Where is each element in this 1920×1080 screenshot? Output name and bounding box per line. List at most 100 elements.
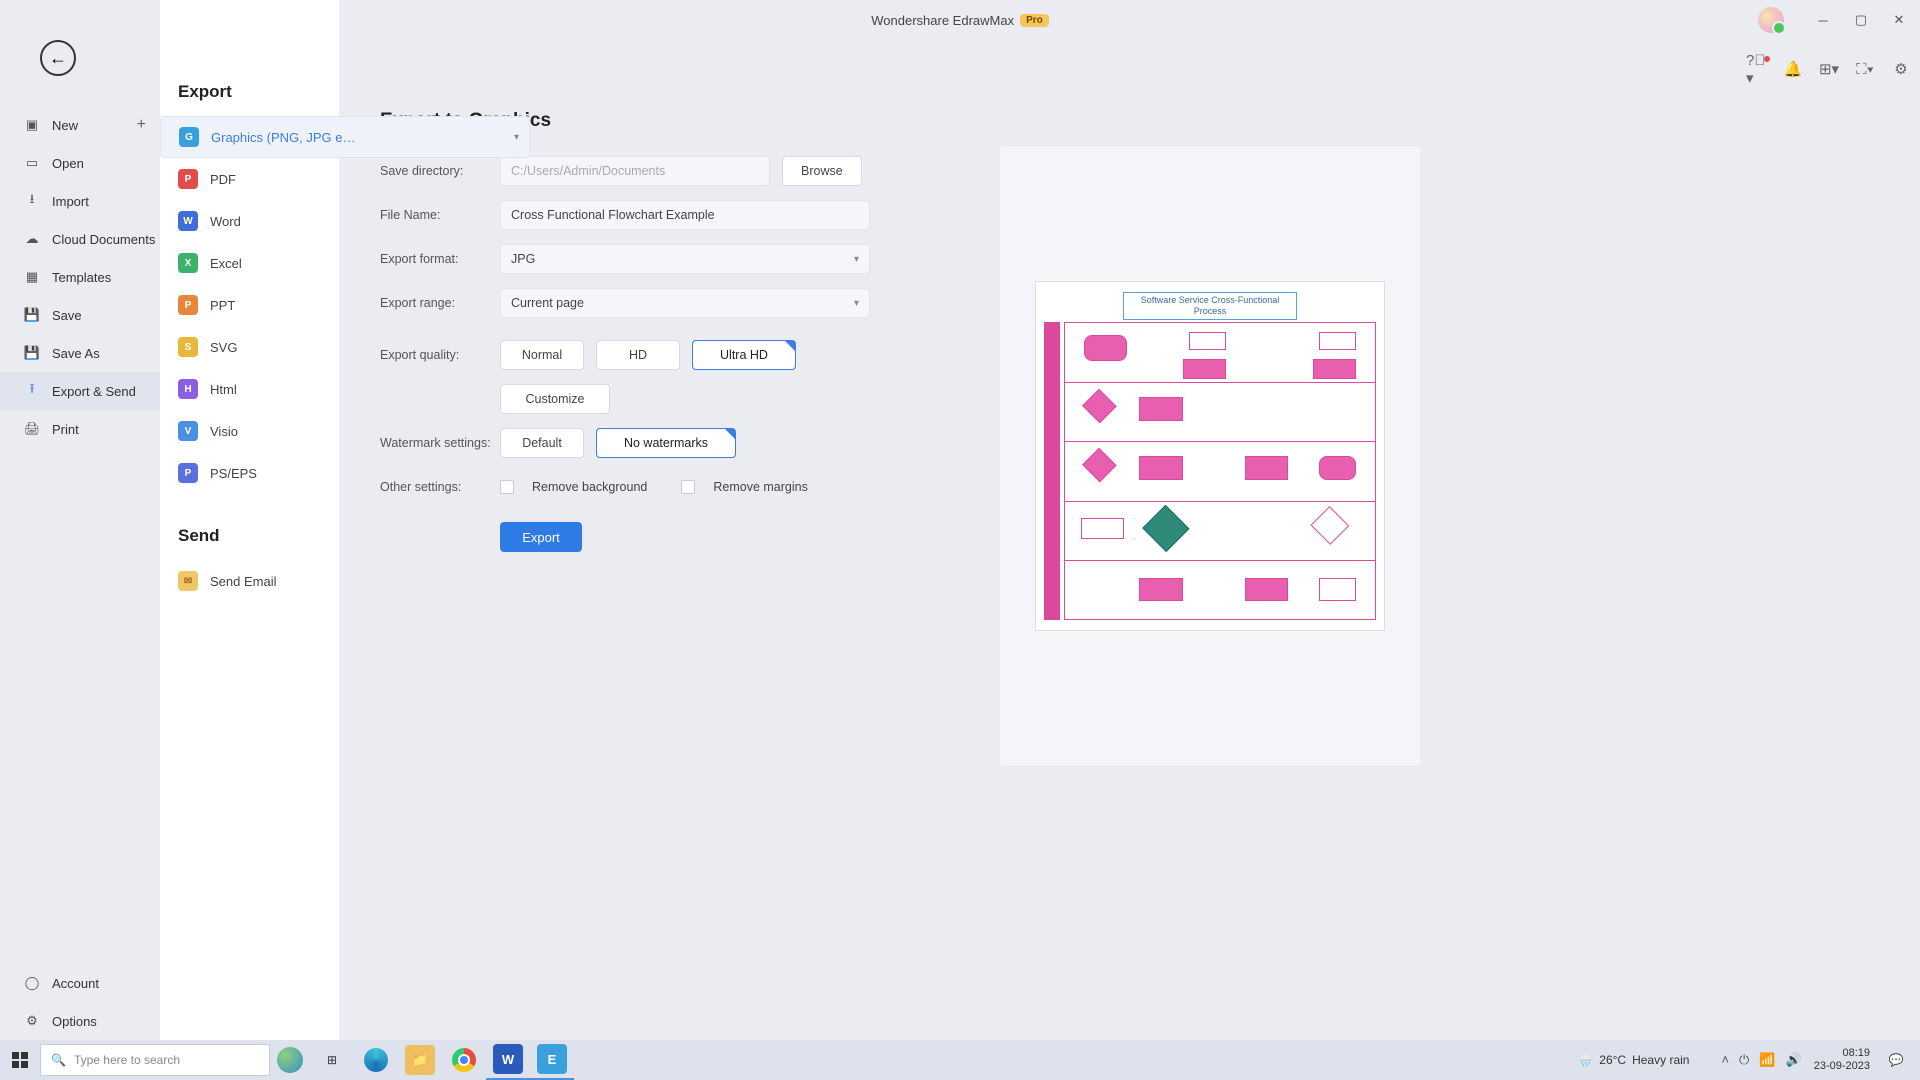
format-word[interactable]: WWord xyxy=(160,200,339,242)
print-icon: 🖨 xyxy=(24,421,40,437)
send-header: Send xyxy=(160,494,339,560)
file-name-label: File Name: xyxy=(380,208,500,222)
other-settings-label: Other settings: xyxy=(380,480,500,494)
start-button[interactable] xyxy=(0,1040,40,1080)
nav-new[interactable]: ▣New+ xyxy=(0,106,160,144)
task-view-icon[interactable]: ⊞ xyxy=(310,1040,354,1080)
export-quality-label: Export quality: xyxy=(380,348,500,362)
gear-icon: ⚙ xyxy=(24,1013,40,1029)
tray-chevron-icon[interactable]: ˄ xyxy=(1721,1052,1729,1068)
export-range-label: Export range: xyxy=(380,296,500,310)
chrome-icon[interactable] xyxy=(442,1040,486,1080)
cortana-icon[interactable] xyxy=(270,1040,310,1080)
nav-print[interactable]: 🖨Print xyxy=(0,410,160,448)
format-graphics[interactable]: GGraphics (PNG, JPG e… xyxy=(160,116,530,158)
flow-diamond xyxy=(1142,505,1189,552)
word-taskbar-icon[interactable]: W xyxy=(486,1040,530,1080)
remove-margins-checkbox[interactable] xyxy=(681,480,695,494)
watermark-default[interactable]: Default xyxy=(500,428,584,458)
format-html[interactable]: HHtml xyxy=(160,368,339,410)
maximize-button[interactable]: ▢ xyxy=(1844,3,1878,37)
nav-open[interactable]: ▭Open xyxy=(0,144,160,182)
bell-icon[interactable]: 🔔 xyxy=(1782,58,1804,80)
back-button[interactable]: ← xyxy=(40,40,76,76)
svg-icon: S xyxy=(178,337,198,357)
disk-arrow-icon: 💾 xyxy=(24,345,40,361)
remove-bg-label: Remove background xyxy=(532,480,647,494)
export-format-label: Export format: xyxy=(380,252,500,266)
preview-panel: Software Service Cross-Functional Proces… xyxy=(1000,146,1420,766)
flow-box xyxy=(1319,456,1356,480)
tray-battery-icon[interactable]: ⏻ xyxy=(1739,1052,1749,1068)
preview-thumbnail: Software Service Cross-Functional Proces… xyxy=(1035,281,1385,631)
plus-square-icon: ▣ xyxy=(24,117,40,133)
remove-bg-checkbox[interactable] xyxy=(500,480,514,494)
browse-button[interactable]: Browse xyxy=(782,156,862,186)
disk-icon: 💾 xyxy=(24,307,40,323)
quality-hd[interactable]: HD xyxy=(596,340,680,370)
tray-wifi-icon[interactable]: 📶 xyxy=(1759,1052,1775,1068)
format-ppt[interactable]: PPPT xyxy=(160,284,339,326)
word-icon: W xyxy=(178,211,198,231)
flow-diamond xyxy=(1311,506,1350,545)
export-range-select[interactable]: Current page xyxy=(500,288,870,318)
nav-export-send[interactable]: ⭱Export & Send xyxy=(0,372,160,410)
quality-normal[interactable]: Normal xyxy=(500,340,584,370)
nav-account[interactable]: ◯Account xyxy=(0,964,160,1002)
avatar[interactable] xyxy=(1758,7,1784,33)
flow-box xyxy=(1319,578,1356,602)
format-svg[interactable]: SSVG xyxy=(160,326,339,368)
format-excel[interactable]: XExcel xyxy=(160,242,339,284)
search-icon: 🔍 xyxy=(51,1053,66,1067)
cloud-icon: ☁ xyxy=(24,231,40,247)
format-panel: Export GGraphics (PNG, JPG e… PPDF WWord… xyxy=(160,0,340,1040)
watermark-none[interactable]: No watermarks xyxy=(596,428,736,458)
format-visio[interactable]: VVisio xyxy=(160,410,339,452)
flow-box xyxy=(1183,359,1226,380)
visio-icon: V xyxy=(178,421,198,441)
plus-icon[interactable]: + xyxy=(137,116,146,134)
save-directory-label: Save directory: xyxy=(380,164,500,178)
nav-save[interactable]: 💾Save xyxy=(0,296,160,334)
quality-ultra-hd[interactable]: Ultra HD xyxy=(692,340,796,370)
flow-diamond xyxy=(1082,389,1116,423)
apps-icon[interactable]: ⊞▾ xyxy=(1818,58,1840,80)
weather-widget[interactable]: 🌧️ 26°C Heavy rain xyxy=(1578,1053,1689,1067)
flow-box xyxy=(1245,456,1288,480)
export-header: Export xyxy=(160,56,339,116)
format-ps[interactable]: PPS/EPS xyxy=(160,452,339,494)
save-directory-input[interactable]: C:/Users/Admin/Documents xyxy=(500,156,770,186)
swimlane-strip xyxy=(1044,322,1060,620)
send-email[interactable]: ✉Send Email xyxy=(160,560,339,602)
flow-diamond xyxy=(1082,448,1116,482)
taskbar-clock[interactable]: 08:19 23-09-2023 xyxy=(1814,1047,1870,1073)
close-button[interactable]: ✕ xyxy=(1882,3,1916,37)
taskbar-search[interactable]: 🔍Type here to search xyxy=(40,1044,270,1076)
customize-button[interactable]: Customize xyxy=(500,384,610,414)
flow-box xyxy=(1189,332,1226,350)
flow-box xyxy=(1081,518,1124,539)
edge-icon[interactable] xyxy=(354,1040,398,1080)
gift-icon[interactable]: ⛶▾ xyxy=(1854,58,1876,80)
export-button[interactable]: Export xyxy=(500,522,582,552)
edrawmax-taskbar-icon[interactable]: E xyxy=(530,1040,574,1080)
notifications-icon[interactable]: 💬 xyxy=(1882,1053,1910,1067)
file-name-input[interactable]: Cross Functional Flowchart Example xyxy=(500,200,870,230)
format-pdf[interactable]: PPDF xyxy=(160,158,339,200)
nav-options[interactable]: ⚙Options xyxy=(0,1002,160,1040)
watermark-label: Watermark settings: xyxy=(380,436,500,450)
pdf-icon: P xyxy=(178,169,198,189)
tray-volume-icon[interactable]: 🔊 xyxy=(1786,1052,1802,1068)
flow-box xyxy=(1084,335,1127,362)
minimize-button[interactable]: ─ xyxy=(1806,3,1840,37)
flow-box xyxy=(1139,456,1182,480)
nav-save-as[interactable]: 💾Save As xyxy=(0,334,160,372)
nav-templates[interactable]: ▦Templates xyxy=(0,258,160,296)
explorer-icon[interactable]: 📁 xyxy=(398,1040,442,1080)
settings-icon[interactable]: ⚙ xyxy=(1890,58,1912,80)
nav-cloud[interactable]: ☁Cloud Documents xyxy=(0,220,160,258)
download-icon: ⭳ xyxy=(24,193,40,209)
export-format-select[interactable]: JPG xyxy=(500,244,870,274)
help-icon[interactable]: ?⃝▾ xyxy=(1746,58,1768,80)
nav-import[interactable]: ⭳Import xyxy=(0,182,160,220)
